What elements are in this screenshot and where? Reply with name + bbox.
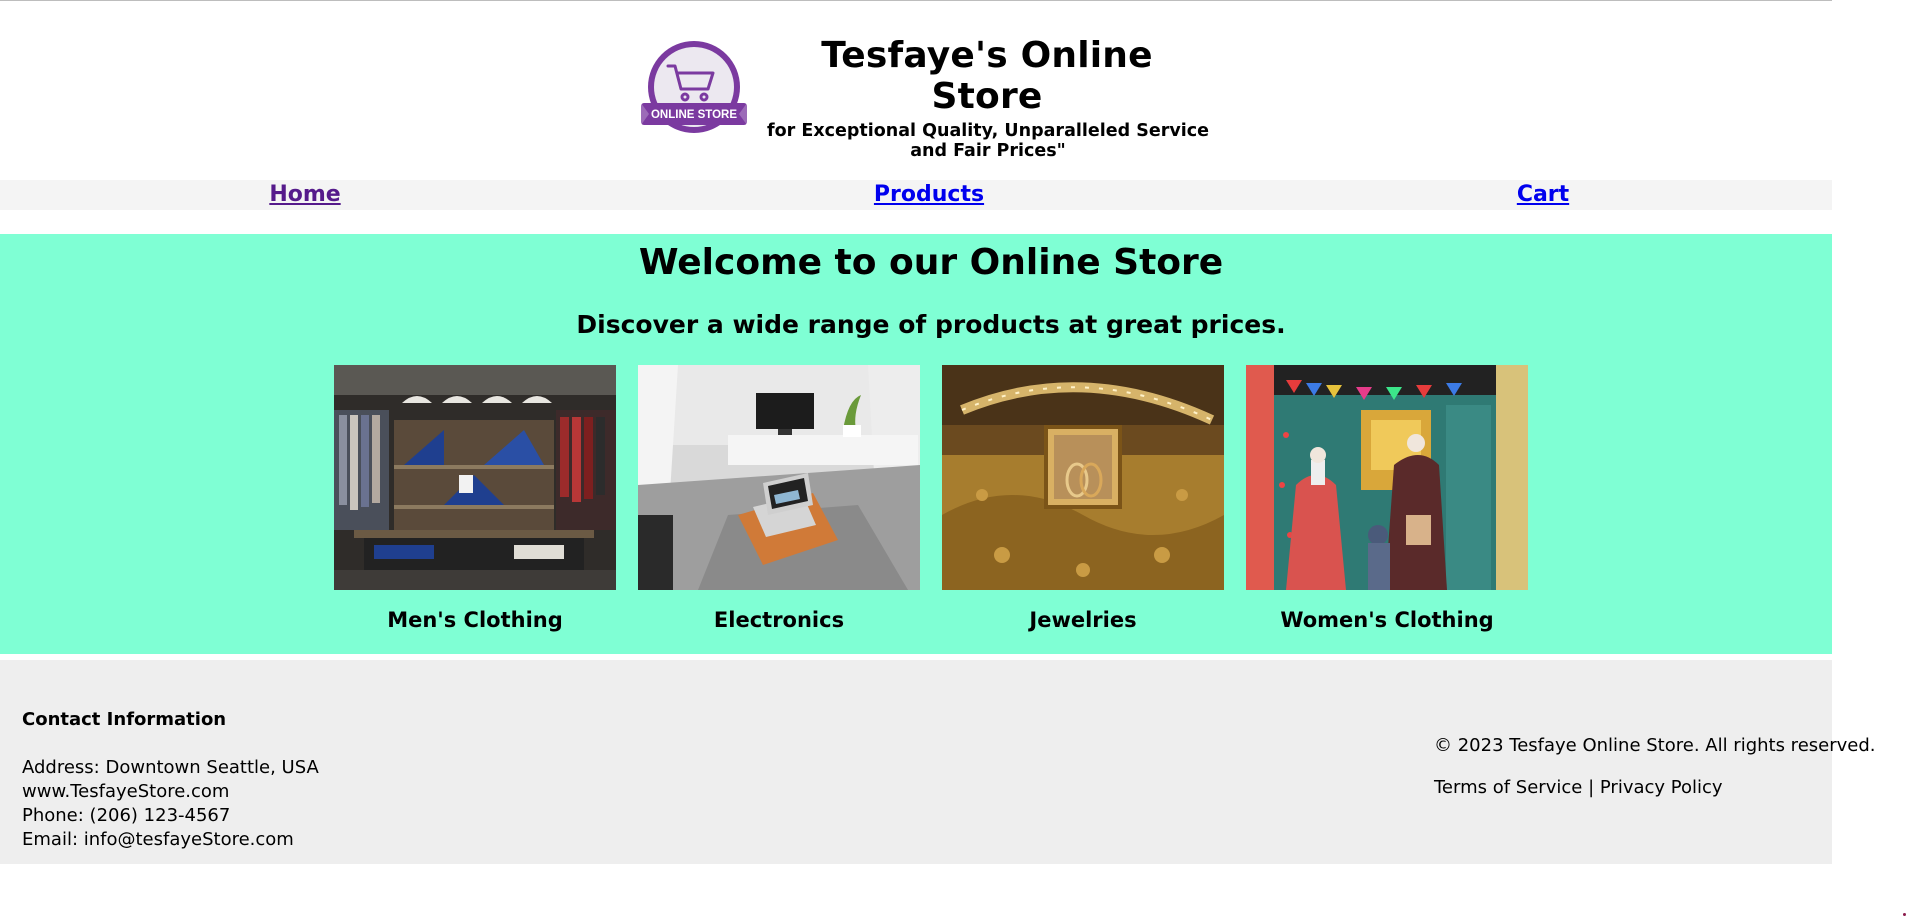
logo-text: ONLINE STORE <box>651 109 737 121</box>
site-tagline: for Exceptional Quality, Unparalleled Se… <box>767 121 1209 161</box>
category-label[interactable]: Men's Clothing <box>334 608 616 632</box>
category-label[interactable]: Electronics <box>638 608 920 632</box>
contact-website: www.TesfayeStore.com <box>22 781 230 802</box>
store-logo[interactable]: ONLINE STORE <box>641 37 747 141</box>
nav-products-link[interactable]: Products <box>874 182 984 207</box>
category-label[interactable]: Women's Clothing <box>1246 608 1528 632</box>
scroll-indicator <box>1903 913 1906 916</box>
contact-details: Address: Downtown Seattle, USA www.Tesfa… <box>22 756 319 852</box>
category-womens-clothing[interactable]: Women's Clothing <box>1246 365 1528 632</box>
nav-home-link[interactable]: Home <box>269 182 340 207</box>
legal-links: Terms of Service | Privacy Policy <box>1434 777 1723 798</box>
womens-clothing-image[interactable] <box>1246 365 1528 590</box>
category-jewelries[interactable]: Jewelries <box>942 365 1224 632</box>
hero-title: Welcome to our Online Store <box>638 242 1224 283</box>
terms-of-service-link[interactable]: Terms of Service <box>1434 777 1582 798</box>
contact-address: Address: Downtown Seattle, USA <box>22 757 319 778</box>
site-footer: Contact Information Address: Downtown Se… <box>0 660 1876 864</box>
category-mens-clothing[interactable]: Men's Clothing <box>334 365 616 632</box>
hero-subtitle: Discover a wide range of products at gre… <box>576 310 1286 339</box>
site-title: Tesfaye's Online Store <box>821 35 1153 117</box>
site-header: ONLINE STORE Tesfaye's Online Store for … <box>0 1 1832 179</box>
legal-separator: | <box>1588 777 1595 798</box>
privacy-policy-link[interactable]: Privacy Policy <box>1600 777 1723 798</box>
main-nav: Home Products Cart <box>0 180 1832 210</box>
category-electronics[interactable]: Electronics <box>638 365 920 632</box>
contact-phone: Phone: (206) 123-4567 <box>22 805 231 826</box>
mens-clothing-image[interactable] <box>334 365 616 590</box>
copyright-text: © 2023 Tesfaye Online Store. All rights … <box>1434 735 1876 756</box>
electronics-image[interactable] <box>638 365 920 590</box>
contact-email: Email: info@tesfayeStore.com <box>22 829 294 850</box>
hero-section: Welcome to our Online Store Discover a w… <box>0 234 1832 654</box>
jewelries-image[interactable] <box>942 365 1224 590</box>
category-label[interactable]: Jewelries <box>942 608 1224 632</box>
contact-title: Contact Information <box>22 709 227 730</box>
nav-cart-link[interactable]: Cart <box>1517 182 1569 207</box>
